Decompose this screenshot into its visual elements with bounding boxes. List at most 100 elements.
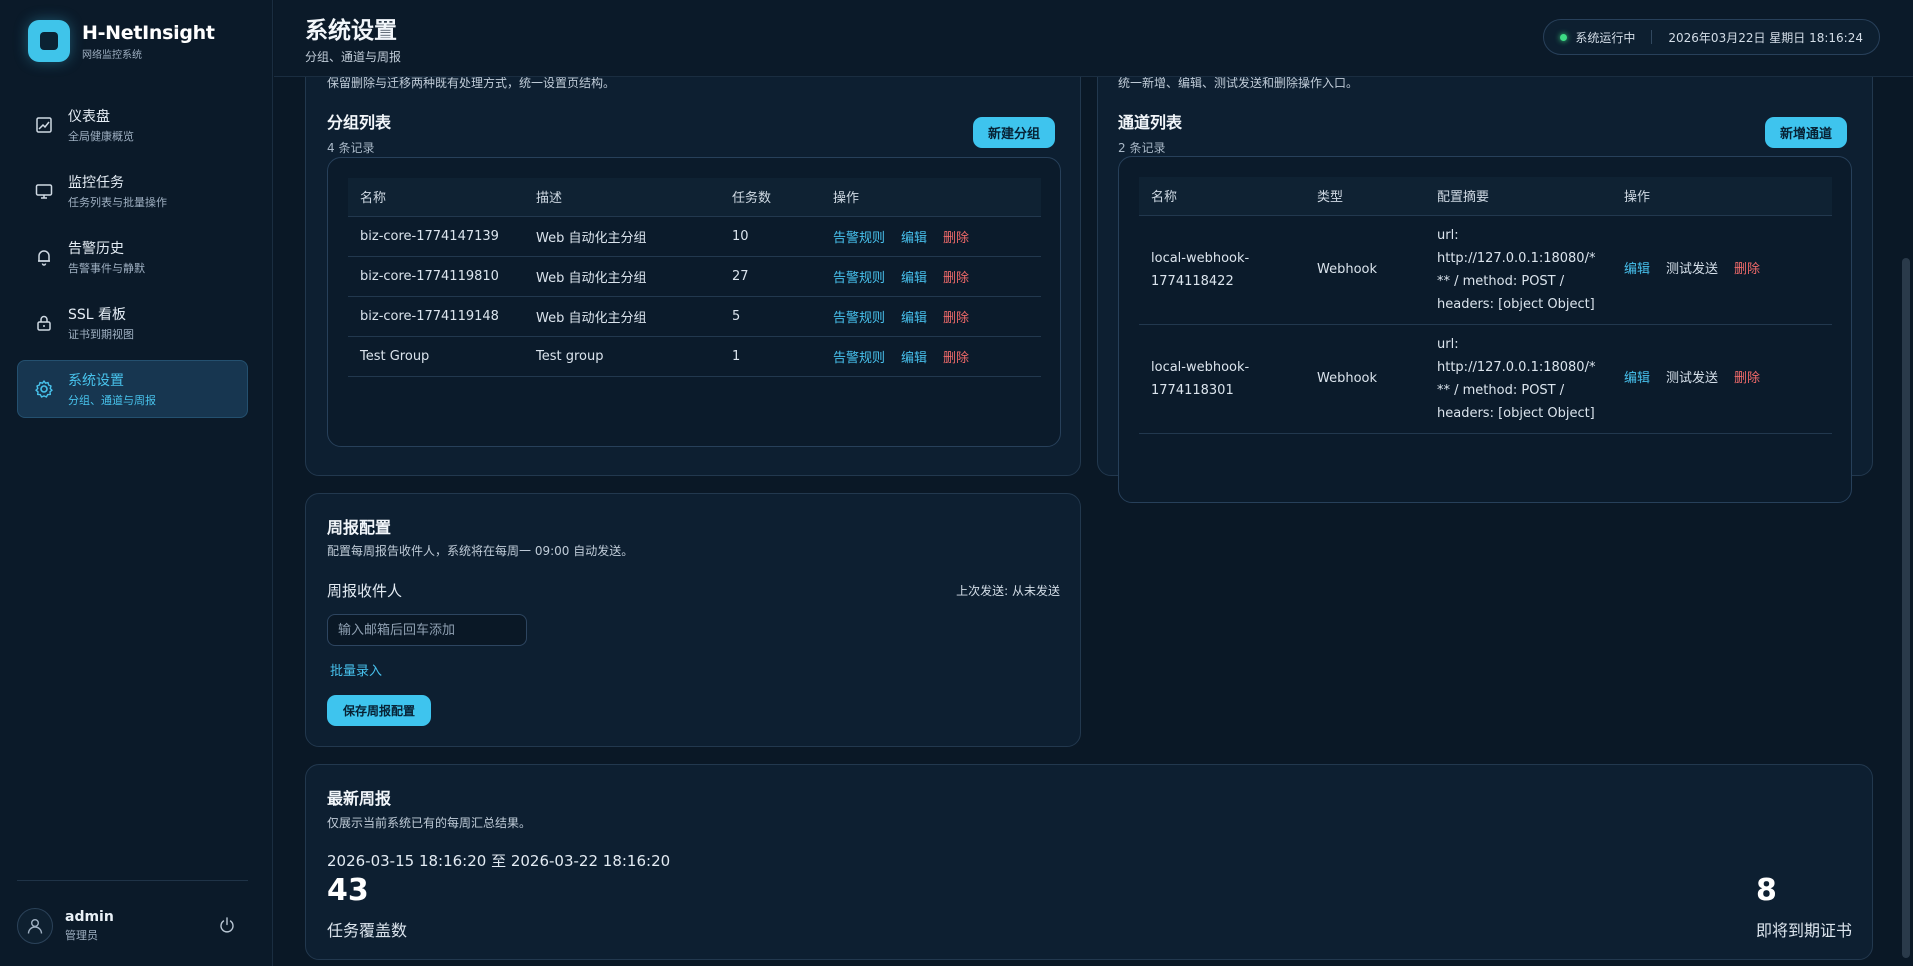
delete-link[interactable]: 删除 [1734,371,1760,386]
weekly-config-desc: 配置每周报告收件人，系统将在每周一 09:00 自动发送。 [327,544,634,558]
column-header: 任务数 [720,178,821,217]
column-header: 操作 [1612,177,1832,216]
task-coverage-value: 43 [327,873,369,908]
sidebar-item-sub: 证书到期视图 [68,328,134,341]
system-status-pill: 系统运行中 2026年03月22日 星期日 18:16:24 [1543,19,1880,55]
table-row: Test Group Test group 1 告警规则 编辑 删除 [348,336,1041,377]
channel-list-title: 通道列表 [1118,113,1183,132]
chart-icon [34,115,54,135]
latest-report-desc: 仅展示当前系统已有的每周汇总结果。 [327,816,532,830]
group-list-title: 分组列表 [327,113,392,132]
sidebar-item-sub: 告警事件与静默 [68,262,145,275]
save-weekly-config-button[interactable]: 保存周报配置 [327,695,432,726]
app-logo-icon [28,20,70,62]
task-coverage-label: 任务覆盖数 [327,921,408,940]
group-card: 保留删除与迁移两种既有处理方式，统一设置页结构。 分组列表 4 条记录 新建分组… [305,50,1081,476]
recipients-label: 周报收件人 [327,582,403,600]
sidebar-item-title: 告警历史 [68,241,124,257]
last-sent: 上次发送: 从未发送 [956,584,1060,598]
weekly-config-title: 周报配置 [327,518,392,537]
group-tasks: 27 [720,256,821,297]
user-profile: admin 管理员 [17,906,248,946]
avatar[interactable] [17,908,53,944]
group-tasks: 1 [720,336,821,377]
report-range: 2026-03-15 18:16:20 至 2026-03-22 18:16:2… [327,852,671,870]
delete-link[interactable]: 删除 [943,351,969,366]
user-name: admin [65,909,114,925]
table-row: biz-core-1774119810 Web 自动化主分组 27 告警规则 编辑… [348,256,1041,297]
table-row: biz-core-1774147139 Web 自动化主分组 10 告警规则 编辑… [348,216,1041,257]
sidebar-nav: 仪表盘全局健康概览 监控任务 任务列表与批量操作 告警历史告警事件与静默 SSL … [17,96,248,426]
group-desc: Web 自动化主分组 [524,296,720,337]
sidebar-item-alerts[interactable]: 告警历史告警事件与静默 [17,228,248,286]
sidebar-item-settings[interactable]: 系统设置 分组、通道与周报 [17,360,248,418]
brand-subtitle: 网络监控系统 [82,49,142,61]
brand-name: H-NetInsight [82,21,215,44]
bell-icon [34,247,54,267]
alert-rules-link[interactable]: 告警规则 [833,351,885,366]
edit-link[interactable]: 编辑 [1624,371,1650,386]
edit-link[interactable]: 编辑 [901,231,927,246]
group-desc: Web 自动化主分组 [524,256,720,297]
sidebar-item-sub: 全局健康概览 [68,130,134,143]
expiring-certs-value: 8 [1756,873,1777,908]
channel-table: 名称 类型 配置摘要 操作 local-webhook- 1774118422 W… [1139,177,1832,434]
alert-rules-link[interactable]: 告警规则 [833,271,885,286]
sidebar-divider [17,880,248,881]
recipient-email-input[interactable] [327,614,527,646]
latest-report-card: 最新周报 仅展示当前系统已有的每周汇总结果。 2026-03-15 18:16:… [305,764,1873,960]
channel-table-box: 名称 类型 配置摘要 操作 local-webhook- 1774118422 W… [1118,156,1852,503]
edit-link[interactable]: 编辑 [901,351,927,366]
channel-name: local-webhook- 1774118301 [1139,324,1305,434]
delete-link[interactable]: 删除 [1734,262,1760,277]
brand: H-NetInsight 网络监控系统 [28,20,215,62]
bulk-import-link[interactable]: 批量录入 [330,660,382,679]
new-channel-button[interactable]: 新增通道 [1765,117,1848,148]
alert-rules-link[interactable]: 告警规则 [833,311,885,326]
table-row: local-webhook- 1774118301 Webhook url: htt… [1139,324,1832,434]
edit-link[interactable]: 编辑 [901,271,927,286]
table-row: biz-core-1774119148 Web 自动化主分组 5 告警规则 编辑 删… [348,296,1041,337]
status-dot-icon [1560,33,1568,41]
group-name: biz-core-1774147139 [348,216,524,257]
group-name: Test Group [348,336,524,377]
channel-count: 2 条记录 [1118,141,1166,155]
channel-name: local-webhook- 1774118422 [1139,215,1305,325]
current-datetime: 2026年03月22日 星期日 18:16:24 [1668,30,1863,45]
channel-summary: url: http://127.0.0.1:18080/* ** / method:… [1425,215,1612,325]
edit-link[interactable]: 编辑 [901,311,927,326]
column-header: 描述 [524,178,720,217]
sidebar-item-title: 仪表盘 [68,109,110,125]
group-tasks: 5 [720,296,821,337]
sidebar-item-tasks[interactable]: 监控任务 任务列表与批量操作 [17,162,248,220]
sidebar-item-ssl[interactable]: SSL 看板 证书到期视图 [17,294,248,352]
page-scrollbar[interactable] [1902,258,1910,958]
group-name: biz-core-1774119810 [348,256,524,297]
channel-type: Webhook [1305,215,1425,325]
group-desc: Web 自动化主分组 [524,216,720,257]
sidebar-item-sub: 任务列表与批量操作 [68,196,167,209]
monitor-icon [34,181,54,201]
test-send-link[interactable]: 测试发送 [1666,371,1718,386]
lock-icon [34,313,54,333]
group-name: biz-core-1774119148 [348,296,524,337]
column-header: 配置摘要 [1425,177,1612,216]
alert-rules-link[interactable]: 告警规则 [833,231,885,246]
delete-link[interactable]: 删除 [943,271,969,286]
test-send-link[interactable]: 测试发送 [1666,262,1718,277]
gear-icon [34,379,54,399]
user-role: 管理员 [65,929,98,942]
group-table-box: 名称 描述 任务数 操作 biz-core-1774147139 Web 自动化… [327,157,1061,447]
channel-type: Webhook [1305,324,1425,434]
power-icon[interactable] [218,916,238,936]
new-group-button[interactable]: 新建分组 [973,117,1056,148]
weekly-config-card: 周报配置 配置每周报告收件人，系统将在每周一 09:00 自动发送。 周报收件人… [305,493,1081,747]
delete-link[interactable]: 删除 [943,231,969,246]
sidebar: H-NetInsight 网络监控系统 仪表盘全局健康概览 监控任务 任务列表与批… [0,0,273,966]
group-desc: Test group [524,336,720,377]
edit-link[interactable]: 编辑 [1624,262,1650,277]
delete-link[interactable]: 删除 [943,311,969,326]
user-icon [27,919,43,934]
sidebar-item-dashboard[interactable]: 仪表盘 全局健康概览 [17,96,248,154]
column-header: 名称 [1139,177,1305,216]
